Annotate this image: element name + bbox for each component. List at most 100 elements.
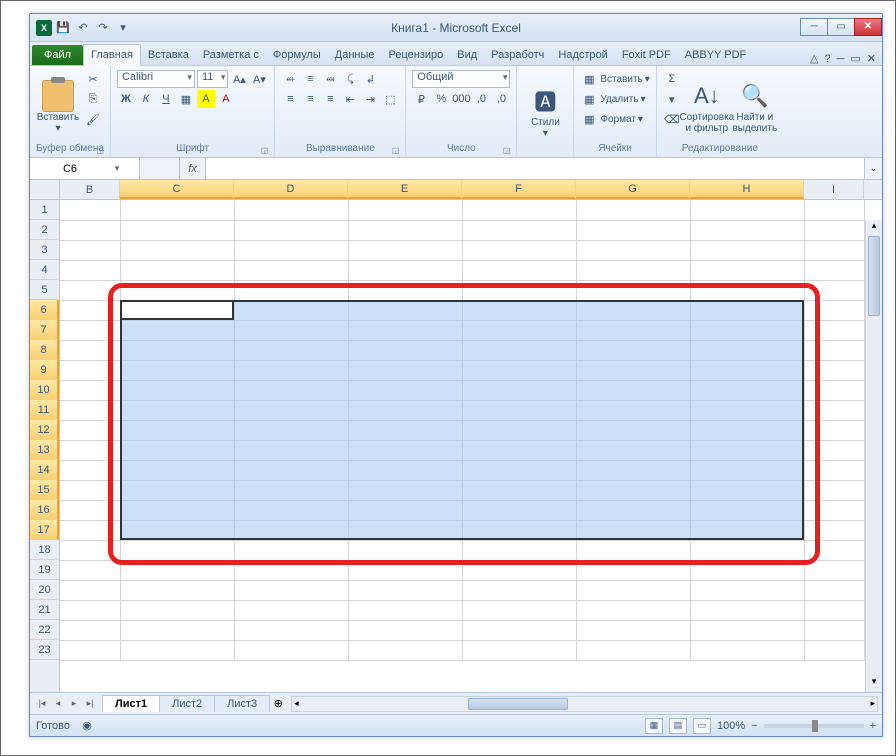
row-header-4[interactable]: 4 [30, 260, 59, 280]
row-header-8[interactable]: 8 [30, 340, 59, 360]
align-top-icon[interactable]: ⬴ [281, 70, 299, 88]
cell-I8[interactable] [804, 340, 864, 360]
sheet-nav-first-icon[interactable]: |◂ [34, 698, 50, 709]
paste-button[interactable]: Вставить▾ [36, 70, 80, 143]
col-header-C[interactable]: C [120, 180, 234, 199]
row-header-14[interactable]: 14 [30, 460, 59, 480]
cell-I6[interactable] [804, 300, 864, 320]
cell-I17[interactable] [804, 520, 864, 540]
cell-I15[interactable] [804, 480, 864, 500]
cell-G22[interactable] [576, 620, 690, 640]
cell-D19[interactable] [234, 560, 348, 580]
cell-I13[interactable] [804, 440, 864, 460]
zoom-slider[interactable] [764, 724, 864, 728]
cell-F5[interactable] [462, 280, 576, 300]
row-header-22[interactable]: 22 [30, 620, 59, 640]
cell-E3[interactable] [348, 240, 462, 260]
cell-F20[interactable] [462, 580, 576, 600]
cell-I22[interactable] [804, 620, 864, 640]
col-header-G[interactable]: G [576, 180, 690, 199]
cell-C19[interactable] [120, 560, 234, 580]
cell-B17[interactable] [60, 520, 120, 540]
cell-B18[interactable] [60, 540, 120, 560]
shrink-font-icon[interactable]: A▾ [250, 70, 268, 88]
cell-E22[interactable] [348, 620, 462, 640]
cell-B21[interactable] [60, 600, 120, 620]
cell-I10[interactable] [804, 380, 864, 400]
insert-cells-icon[interactable]: ▦ [580, 70, 598, 88]
sheet-tab-Лист3[interactable]: Лист3 [214, 695, 270, 712]
currency-icon[interactable]: ₽ [412, 90, 430, 108]
cell-B10[interactable] [60, 380, 120, 400]
font-name-combo[interactable]: Calibri [117, 70, 195, 88]
zoom-in-icon[interactable]: + [870, 720, 876, 732]
horizontal-scrollbar[interactable]: ◂ ▸ [291, 696, 878, 712]
cell-G4[interactable] [576, 260, 690, 280]
cell-B16[interactable] [60, 500, 120, 520]
cell-D20[interactable] [234, 580, 348, 600]
tab-рецензиро[interactable]: Рецензиро [382, 45, 451, 65]
percent-icon[interactable]: % [432, 90, 450, 108]
name-box-input[interactable] [30, 163, 110, 175]
cell-H22[interactable] [690, 620, 804, 640]
cell-B9[interactable] [60, 360, 120, 380]
cell-B4[interactable] [60, 260, 120, 280]
copy-icon[interactable]: ⎘ [84, 90, 102, 108]
row-header-21[interactable]: 21 [30, 600, 59, 620]
cell-H2[interactable] [690, 220, 804, 240]
comma-icon[interactable]: 000 [452, 90, 470, 108]
cell-E19[interactable] [348, 560, 462, 580]
expand-formula-icon[interactable]: ⌄ [864, 158, 882, 179]
cell-G21[interactable] [576, 600, 690, 620]
align-middle-icon[interactable]: ≡ [301, 70, 319, 88]
tab-вставка[interactable]: Вставка [141, 45, 196, 65]
doc-min-icon[interactable]: ─ [837, 53, 845, 65]
format-painter-icon[interactable]: 🖌 [84, 110, 102, 128]
wrap-text-icon[interactable]: ↲ [361, 70, 379, 88]
cell-F18[interactable] [462, 540, 576, 560]
v-scroll-thumb[interactable] [868, 236, 880, 316]
macro-record-icon[interactable]: ◉ [78, 717, 96, 735]
cell-C1[interactable] [120, 200, 234, 220]
cell-F21[interactable] [462, 600, 576, 620]
sheet-nav-prev-icon[interactable]: ◂ [50, 698, 66, 709]
col-header-F[interactable]: F [462, 180, 576, 199]
border-icon[interactable]: ▦ [177, 90, 195, 108]
cell-F22[interactable] [462, 620, 576, 640]
cell-G3[interactable] [576, 240, 690, 260]
row-header-16[interactable]: 16 [30, 500, 59, 520]
indent-inc-icon[interactable]: ⇥ [361, 90, 379, 108]
tab-abbyy pdf[interactable]: ABBYY PDF [678, 45, 754, 65]
row-header-19[interactable]: 19 [30, 560, 59, 580]
tab-формулы[interactable]: Формулы [266, 45, 328, 65]
cell-I12[interactable] [804, 420, 864, 440]
cell-D5[interactable] [234, 280, 348, 300]
cell-I23[interactable] [804, 640, 864, 660]
cell-G1[interactable] [576, 200, 690, 220]
zoom-out-icon[interactable]: − [751, 720, 757, 732]
sheet-tab-Лист1[interactable]: Лист1 [102, 695, 160, 712]
cell-H18[interactable] [690, 540, 804, 560]
cell-F1[interactable] [462, 200, 576, 220]
sheet-nav-last-icon[interactable]: ▸| [82, 698, 98, 709]
cell-B13[interactable] [60, 440, 120, 460]
file-tab[interactable]: Файл [32, 45, 83, 65]
cell-B3[interactable] [60, 240, 120, 260]
cell-E21[interactable] [348, 600, 462, 620]
row-header-18[interactable]: 18 [30, 540, 59, 560]
cell-I21[interactable] [804, 600, 864, 620]
cell-B1[interactable] [60, 200, 120, 220]
fill-icon[interactable]: ▾ [663, 90, 681, 108]
dec-decimal-icon[interactable]: ,0 [492, 90, 510, 108]
name-box[interactable]: ▾ [30, 158, 140, 179]
cell-B19[interactable] [60, 560, 120, 580]
cell-B6[interactable] [60, 300, 120, 320]
help-icon[interactable]: ? [824, 53, 830, 65]
find-select-button[interactable]: 🔍 Найти и выделить [733, 70, 777, 143]
cell-I11[interactable] [804, 400, 864, 420]
cell-D22[interactable] [234, 620, 348, 640]
cell-B14[interactable] [60, 460, 120, 480]
minimize-button[interactable]: ─ [800, 18, 828, 36]
cell-B12[interactable] [60, 420, 120, 440]
underline-button[interactable]: Ч [157, 90, 175, 108]
